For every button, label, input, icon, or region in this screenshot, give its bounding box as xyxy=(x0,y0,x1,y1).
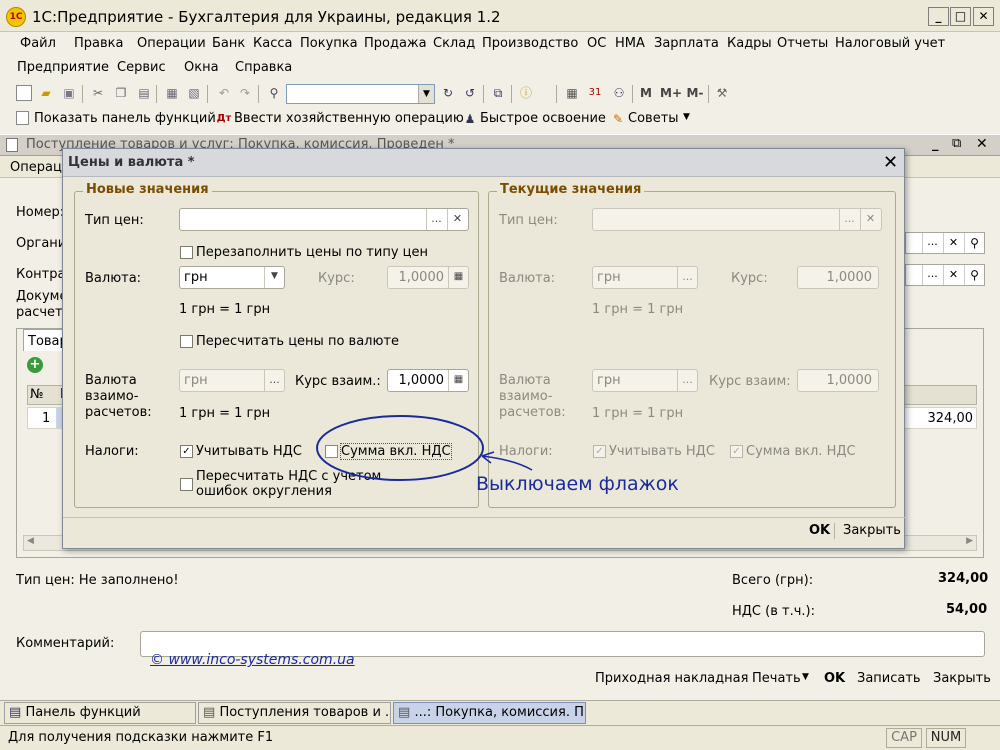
doc-icon: ▤ xyxy=(398,705,411,720)
caps-indicator: CAP xyxy=(886,728,922,748)
status-bar: Для получения подсказки нажмите F1 CAP N… xyxy=(0,725,1000,750)
doc-icon: ▤ xyxy=(203,705,216,720)
taskbar-receipts-list[interactable]: ▤ Поступления товаров и ... xyxy=(198,702,391,724)
panel-icon: ▤ xyxy=(9,705,22,720)
taskbar-functions-panel[interactable]: ▤ Панель функций xyxy=(4,702,196,724)
num-indicator: NUM xyxy=(926,728,966,748)
status-hint: Для получения подсказки нажмите F1 xyxy=(8,730,274,745)
taskbar-label: ...: Покупка, комиссия. Пр... xyxy=(414,705,586,720)
taskbar-current-document[interactable]: ▤ ...: Покупка, комиссия. Пр... xyxy=(393,702,586,724)
taskbar-label: Поступления товаров и ... xyxy=(219,705,391,720)
taskbar-label: Панель функций xyxy=(25,705,141,720)
annotation-text: Выключаем флажок xyxy=(476,473,679,495)
annotation-overlay xyxy=(316,415,533,481)
